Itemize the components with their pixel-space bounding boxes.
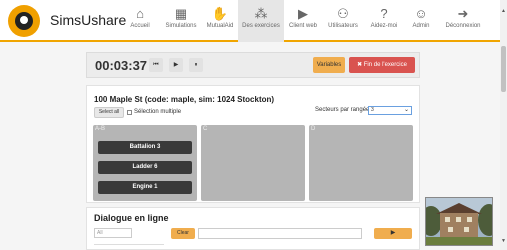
map-icon: ▦ xyxy=(174,6,188,21)
nav-label: Utilisateurs xyxy=(328,23,358,29)
incident-panel: 100 Maple St (code: maple, sim: 1024 Sto… xyxy=(86,85,420,203)
end-exercise-button[interactable]: ✖ Fin de l'exercice xyxy=(349,57,415,73)
photo-window xyxy=(448,227,453,232)
photo-lawn xyxy=(426,237,492,245)
sectors-per-row-select[interactable]: 3 ⌄ xyxy=(368,106,412,115)
exercise-timer-bar: 00:03:37 ⏮ ▶ ⏸ Variables ✖ Fin de l'exer… xyxy=(86,52,420,78)
play-button[interactable]: ▶ xyxy=(169,58,183,72)
variables-button[interactable]: Variables xyxy=(313,57,345,73)
nav-item-client-web[interactable]: ▶ Client web xyxy=(284,0,322,42)
chevron-down-icon: ⌄ xyxy=(403,107,409,113)
sector-label: A-B xyxy=(95,126,106,132)
nav-label: Client web xyxy=(288,23,317,29)
pause-button[interactable]: ⏸ xyxy=(189,58,203,72)
home-icon: ⌂ xyxy=(136,6,144,21)
photo-house xyxy=(440,213,478,237)
photo-window xyxy=(467,217,472,222)
nav-label: Des exercices xyxy=(242,23,280,29)
exercise-timer: 00:03:37 xyxy=(95,58,148,73)
unit-ladder-6[interactable]: Ladder 6 xyxy=(98,161,192,174)
sector-label: D xyxy=(311,126,316,132)
incident-title: 100 Maple St (code: maple, sim: 1024 Sto… xyxy=(94,95,275,104)
scroll-down-arrow-icon[interactable]: ▼ xyxy=(500,238,507,244)
dialogue-table-header xyxy=(94,244,164,250)
users-icon: ⚇ xyxy=(337,6,349,21)
nav-item-mutualaid[interactable]: ✋ MutualAid xyxy=(202,0,238,42)
unit-battalion-3[interactable]: Battalion 3 xyxy=(98,141,192,154)
nav-item-utilisateurs[interactable]: ⚇ Utilisateurs xyxy=(322,0,364,42)
brand-name[interactable]: SimsUshare xyxy=(50,12,126,28)
nav-item-des-exercices[interactable]: ⁂ Des exercices xyxy=(238,0,284,42)
multi-select-checkbox[interactable] xyxy=(127,110,132,115)
dialogue-panel: Dialogue en ligne All Clear ▶ xyxy=(86,207,420,250)
send-button[interactable]: ▶ xyxy=(374,228,412,239)
logo-inner xyxy=(15,12,33,30)
simsushare-logo[interactable] xyxy=(8,5,40,37)
nav-item-deconnexion[interactable]: ➜ Déconnexion xyxy=(438,0,488,42)
nav-label: Accueil xyxy=(130,23,150,29)
sectors-per-row-label: Secteurs par rangée xyxy=(315,107,370,113)
nav-label: Simulations xyxy=(165,23,197,29)
clear-button[interactable]: Clear xyxy=(171,228,195,239)
unit-engine-1[interactable]: Engine 1 xyxy=(98,181,192,194)
handshake-icon: ✋ xyxy=(211,6,229,21)
rewind-button[interactable]: ⏮ xyxy=(149,58,163,72)
user-circle-icon: ☺ xyxy=(414,6,428,21)
scroll-thumb[interactable] xyxy=(501,46,506,92)
sector-label: C xyxy=(203,126,208,132)
nav-label: Aidez-moi xyxy=(370,23,398,29)
photo-window xyxy=(464,227,469,232)
question-icon: ? xyxy=(380,6,388,21)
nav-item-simulations[interactable]: ▦ Simulations xyxy=(160,0,202,42)
scene-photo[interactable] xyxy=(425,197,493,246)
dialogue-title: Dialogue en ligne xyxy=(94,213,169,223)
nav-item-aidez-moi[interactable]: ? Aidez-moi xyxy=(364,0,404,42)
photo-window xyxy=(456,217,461,222)
scroll-up-arrow-icon[interactable]: ▲ xyxy=(500,8,507,14)
page-scrollbar[interactable]: ▲ ▼ xyxy=(500,0,507,250)
dialogue-filter-input[interactable]: All xyxy=(94,228,132,238)
select-all-button[interactable]: Select all xyxy=(94,107,124,118)
top-navbar: SimsUshare ⌂ Accueil ▦ Simulations ✋ Mut… xyxy=(0,0,500,42)
sign-out-icon: ➜ xyxy=(457,6,469,21)
sector-d[interactable]: D xyxy=(309,125,413,201)
sector-a-b[interactable]: A-B Battalion 3 Ladder 6 Engine 1 xyxy=(93,125,197,201)
logo-dot xyxy=(20,16,28,24)
photo-window xyxy=(445,217,450,222)
nav-label: MutualAid xyxy=(206,23,234,29)
nav-label: Admin xyxy=(412,23,430,29)
sectors-per-row-value: 3 xyxy=(371,107,374,113)
multi-select-label: Sélection multiple xyxy=(134,109,182,115)
nav-item-accueil[interactable]: ⌂ Accueil xyxy=(120,0,160,42)
nav-label: Déconnexion xyxy=(445,23,481,29)
sector-c[interactable]: C xyxy=(201,125,305,201)
sitemap-icon: ⁂ xyxy=(254,6,268,21)
message-input[interactable] xyxy=(198,228,362,239)
nav-item-admin[interactable]: ☺ Admin xyxy=(404,0,438,42)
play-icon: ▶ xyxy=(298,6,308,21)
